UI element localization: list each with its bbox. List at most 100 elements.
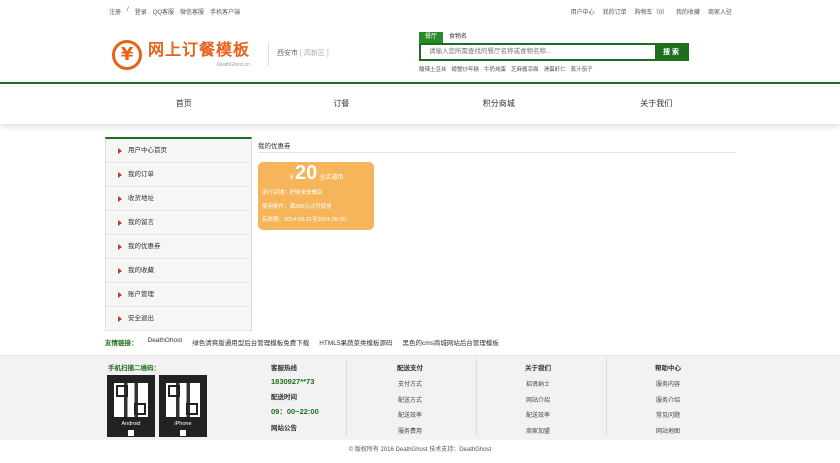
footer-divider bbox=[346, 358, 347, 436]
my-orders-link[interactable]: 我的订单 bbox=[603, 7, 627, 16]
sidebar-item-logout[interactable]: 安全退出 bbox=[106, 307, 251, 331]
merchant-join-link[interactable]: 商家入驻 bbox=[708, 7, 732, 16]
footer-link[interactable]: 常见问题 bbox=[628, 409, 708, 425]
footer-link[interactable]: 配送效率 bbox=[370, 409, 450, 425]
nav-item-order[interactable]: 订餐 bbox=[263, 84, 421, 124]
top-bar-right: 用户中心 我的订单 购物车（0） 我的收藏 商家入驻 bbox=[571, 7, 732, 16]
sidebar-item-user-home[interactable]: 用户中心首页 bbox=[106, 139, 251, 163]
footer-col-title: 配送支付 bbox=[397, 365, 423, 372]
footer-col-title: 帮助中心 bbox=[655, 365, 681, 372]
wechat-service-link[interactable]: 微信客服 bbox=[180, 7, 204, 16]
favorites-link[interactable]: 我的收藏 bbox=[676, 7, 700, 16]
footer-link[interactable]: 配送方式 bbox=[370, 394, 450, 410]
coupon-details: 发行店铺：好味来快餐店 使用条件：满299元以可使用 有效期：2014-09-2… bbox=[262, 187, 346, 228]
search-area: 餐厅 食物名 搜 索 酸辣土豆丝 螃蟹炒年糕 牛奶炖蛋 芝麻酱凉面 滑蛋虾仁 蒸… bbox=[419, 32, 689, 73]
hot-keyword[interactable]: 酸辣土豆丝 bbox=[419, 65, 447, 73]
hot-keyword[interactable]: 螃蟹炒年糕 bbox=[452, 65, 480, 73]
main-nav: 首页 订餐 积分商城 关于我们 bbox=[0, 84, 840, 124]
tab-food[interactable]: 食物名 bbox=[443, 32, 473, 43]
footer-link[interactable]: 服务介绍 bbox=[628, 394, 708, 410]
footer-link[interactable]: 支付方式 bbox=[370, 378, 450, 394]
footer-link[interactable]: 商家加盟 bbox=[498, 425, 578, 441]
user-center-link[interactable]: 用户中心 bbox=[571, 7, 595, 16]
mobile-client-link[interactable]: 手机客户端 bbox=[210, 7, 240, 16]
coupon-currency: ￥ bbox=[288, 174, 295, 181]
nav-item-home[interactable]: 首页 bbox=[105, 84, 263, 124]
search-tabs: 餐厅 食物名 bbox=[419, 32, 689, 43]
tab-restaurant[interactable]: 餐厅 bbox=[419, 32, 444, 43]
copyright: © 版权所有 2016 DeathGhost 技术支持：DeathGhost bbox=[348, 447, 492, 453]
coupon-card[interactable]: ￥ 20 全店通用 发行店铺：好味来快餐店 使用条件：满299元以可使用 有效期… bbox=[258, 162, 374, 230]
footer-col-title: 关于我们 bbox=[525, 365, 551, 372]
user-sidebar: 用户中心首页 我的订单 收货地址 我的留言 我的优惠券 我的收藏 账户管理 安全… bbox=[105, 137, 252, 331]
qr-title: 手机扫描二维码： bbox=[108, 365, 160, 372]
footer-link[interactable]: 招贤纳士 bbox=[498, 378, 578, 394]
arrow-right-icon bbox=[118, 219, 122, 226]
arrow-right-icon bbox=[118, 195, 122, 202]
search-box: 搜 索 bbox=[419, 43, 689, 61]
hot-keyword[interactable]: 蒸汁茄子 bbox=[571, 65, 593, 73]
arrow-right-icon bbox=[118, 315, 122, 322]
login-link[interactable]: 登录 bbox=[135, 7, 147, 16]
search-input[interactable] bbox=[421, 45, 655, 59]
coupon-condition: 使用条件：满299元以可使用 bbox=[262, 203, 332, 210]
arrow-right-icon bbox=[118, 147, 122, 154]
sidebar-item-orders[interactable]: 我的订单 bbox=[106, 163, 251, 187]
sidebar-item-address[interactable]: 收货地址 bbox=[106, 187, 251, 211]
city-selector[interactable]: 西安市 [ 高新区 ] bbox=[268, 42, 329, 66]
delivery-time-label: 配送时间 bbox=[271, 394, 297, 401]
footer: 手机扫描二维码： Android iPhone 客服热线 1830927**73… bbox=[0, 355, 840, 440]
hot-keyword[interactable]: 芝麻酱凉面 bbox=[511, 65, 539, 73]
cart-link[interactable]: 购物车（0） bbox=[635, 7, 668, 16]
qr-iphone-marker bbox=[180, 430, 186, 436]
footer-link[interactable]: 服务费用 bbox=[370, 425, 450, 441]
hot-keyword[interactable]: 滑蛋虾仁 bbox=[544, 65, 566, 73]
footer-col-about: 关于我们 招贤纳士 网站介绍 配送效率 商家加盟 bbox=[498, 362, 578, 440]
footer-link[interactable]: 网站地图 bbox=[628, 425, 708, 441]
qr-iphone: iPhone bbox=[159, 375, 207, 437]
footer-col-payment: 配送支付 支付方式 配送方式 配送效率 服务费用 bbox=[370, 362, 450, 440]
sidebar-item-coupons[interactable]: 我的优惠券 bbox=[106, 235, 251, 259]
header: 网上订餐模板 DeathGhost.cn 西安市 [ 高新区 ] 餐厅 食物名 … bbox=[0, 28, 840, 80]
sidebar-item-favorites[interactable]: 我的收藏 bbox=[106, 259, 251, 283]
friend-links-label: 友情链接： bbox=[105, 340, 138, 347]
qr-code-icon bbox=[114, 383, 148, 417]
logo[interactable]: 网上订餐模板 DeathGhost.cn bbox=[112, 38, 252, 72]
friend-link[interactable]: HTML5果蔬菜类模板源码 bbox=[319, 337, 392, 347]
sidebar-item-account[interactable]: 账户管理 bbox=[106, 283, 251, 307]
nav-item-points-mall[interactable]: 积分商城 bbox=[420, 84, 578, 124]
qr-android-label: Android bbox=[121, 421, 141, 427]
notice-label[interactable]: 网站公告 bbox=[271, 422, 319, 432]
sidebar-item-label: 我的订单 bbox=[128, 170, 154, 178]
friend-link[interactable]: 黑色的cms商城网站后台管理模板 bbox=[403, 337, 499, 347]
search-button[interactable]: 搜 索 bbox=[655, 45, 687, 59]
arrow-right-icon bbox=[118, 267, 122, 274]
hotline-label: 客服热线 bbox=[271, 365, 297, 372]
qq-service-link[interactable]: QQ客服 bbox=[153, 7, 174, 16]
hot-keywords: 酸辣土豆丝 螃蟹炒年糕 牛奶炖蛋 芝麻酱凉面 滑蛋虾仁 蒸汁茄子 bbox=[419, 65, 689, 73]
register-link[interactable]: 注册 bbox=[109, 7, 121, 16]
arrow-right-icon bbox=[118, 291, 122, 298]
footer-link[interactable]: 配送效率 bbox=[498, 409, 578, 425]
footer-divider bbox=[606, 358, 607, 436]
hot-keyword[interactable]: 牛奶炖蛋 bbox=[484, 65, 506, 73]
friend-links: 友情链接： DeathGhost 绿色清爽版通用型后台管理模板免费下载 HTML… bbox=[105, 337, 499, 347]
nav-item-about[interactable]: 关于我们 bbox=[578, 84, 736, 124]
coupon-value: 20 bbox=[295, 162, 318, 184]
arrow-right-icon bbox=[118, 243, 122, 250]
sidebar-item-label: 我的留言 bbox=[128, 218, 154, 226]
friend-link[interactable]: DeathGhost bbox=[148, 337, 183, 347]
friend-link[interactable]: 绿色清爽版通用型后台管理模板免费下载 bbox=[192, 337, 309, 347]
footer-link[interactable]: 服务内容 bbox=[628, 378, 708, 394]
footer-col-help: 帮助中心 服务内容 服务介绍 常见问题 网站地图 bbox=[628, 362, 708, 440]
qr-code-icon bbox=[166, 383, 200, 417]
logo-icon bbox=[112, 40, 142, 70]
footer-link[interactable]: 网站介绍 bbox=[498, 394, 578, 410]
page-title: 我的优惠券 bbox=[258, 140, 736, 153]
sidebar-item-label: 我的收藏 bbox=[128, 266, 154, 274]
logo-text: 网上订餐模板 DeathGhost.cn bbox=[148, 42, 250, 68]
sidebar-item-messages[interactable]: 我的留言 bbox=[106, 211, 251, 235]
coupon-kind: 全店通用 bbox=[319, 175, 344, 181]
coupon-validity: 有效期：2014-09-21至2014-09-30 bbox=[262, 217, 346, 223]
top-bar-left: 注册 / 登录 QQ客服 微信客服 手机客户端 bbox=[109, 7, 240, 16]
